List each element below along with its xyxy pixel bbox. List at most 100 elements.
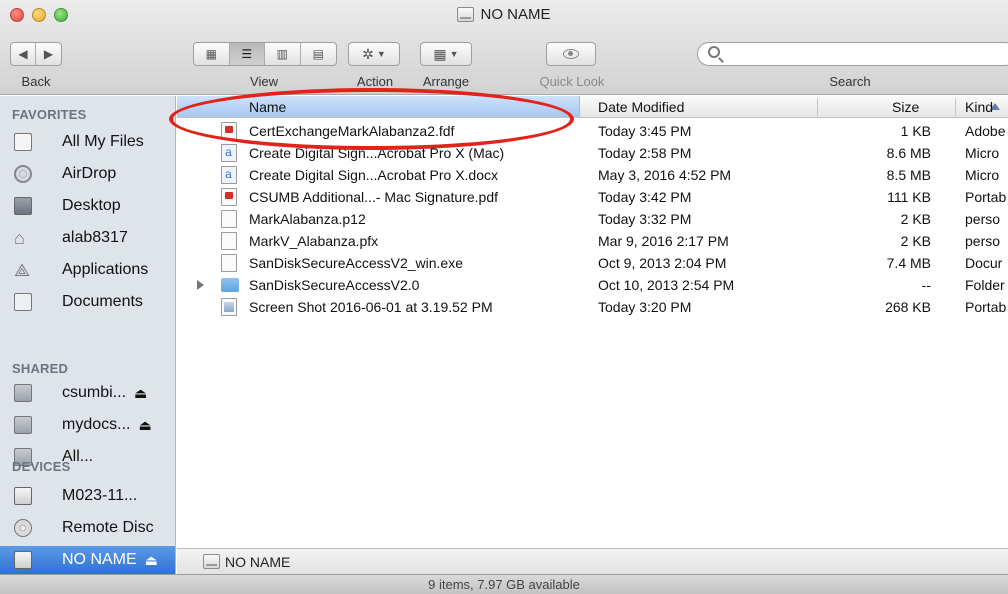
folder-icon [221, 278, 239, 292]
sidebar-item-home[interactable]: ⌂ alab8317 [0, 224, 175, 252]
coverflow-view-button[interactable]: ▤ [301, 43, 336, 65]
table-row[interactable]: SanDiskSecureAccessV2.0 Oct 10, 2013 2:5… [177, 274, 1008, 296]
quick-look-label: Quick Look [539, 74, 605, 89]
eject-icon[interactable]: ⏏ [138, 417, 151, 434]
file-size: -- [921, 277, 931, 293]
table-row[interactable]: MarkV_Alabanza.pfx Mar 9, 2016 2:17 PM 2… [177, 230, 1008, 252]
table-row[interactable]: Create Digital Sign...Acrobat Pro X.docx… [177, 164, 1008, 186]
action-label: Action [356, 74, 394, 89]
file-size: 268 KB [885, 299, 931, 315]
sidebar-item-airdrop[interactable]: AirDrop [0, 160, 175, 188]
sidebar-item-mydocs[interactable]: mydocs... ⏏ [0, 411, 175, 439]
file-name: Screen Shot 2016-06-01 at 3.19.52 PM [249, 299, 493, 315]
window-title: NO NAME [0, 6, 1008, 23]
column-header-name[interactable]: Name [177, 96, 1000, 117]
forward-button[interactable]: ▶ [36, 43, 61, 65]
chevron-right-icon: ▶ [43, 47, 54, 61]
columns-icon: ▥ [276, 47, 288, 61]
grid-icon: ▦ [205, 47, 217, 61]
eject-icon[interactable]: ⏏ [134, 385, 147, 402]
table-row[interactable]: Create Digital Sign...Acrobat Pro X (Mac… [177, 142, 1008, 164]
file-date: Today 3:32 PM [598, 211, 692, 227]
column-header-date[interactable]: Date Modified [598, 99, 684, 115]
sidebar-item-label: All My Files [62, 133, 144, 150]
window-title-label: NO NAME [480, 6, 551, 23]
file-size: 8.6 MB [886, 145, 931, 161]
arrange-button[interactable]: ▦ ▼ [420, 42, 472, 66]
drive-icon [14, 551, 32, 569]
eject-icon[interactable]: ⏏ [145, 552, 158, 569]
drive-icon [203, 554, 220, 569]
column-header-size[interactable]: Size [892, 99, 919, 115]
disc-icon [14, 519, 32, 537]
file-size: 1 KB [900, 123, 931, 139]
title-bar: NO NAME ◀ ▶ Back ▦ ☰ ▥ ▤ View ✲ ▼ Action… [0, 0, 1008, 95]
sidebar-item-label: AirDrop [62, 165, 117, 182]
search-input[interactable] [697, 42, 1008, 66]
column-view-button[interactable]: ▥ [265, 43, 301, 65]
sidebar-item-label: Documents [62, 293, 143, 310]
file-kind: Folder [965, 277, 1005, 293]
sidebar-item-label: alab8317 [62, 229, 128, 246]
table-row[interactable]: SanDiskSecureAccessV2_win.exe Oct 9, 201… [177, 252, 1008, 274]
eye-icon [563, 49, 579, 59]
file-name: Create Digital Sign...Acrobat Pro X (Mac… [249, 145, 505, 161]
file-name: CSUMB Additional...- Mac Signature.pdf [249, 189, 499, 205]
sidebar-item-label: M023-11... [62, 487, 138, 504]
sidebar-item-label: Remote Disc [62, 519, 154, 536]
gear-icon: ✲ [362, 45, 374, 62]
file-name: CertExchangeMarkAlabanza2.fdf [249, 123, 455, 139]
column-divider[interactable] [817, 98, 818, 116]
chevron-left-icon: ◀ [18, 47, 28, 61]
arrange-icon: ▦ [433, 45, 447, 62]
action-button[interactable]: ✲ ▼ [348, 42, 400, 66]
sidebar-item-remote-disc[interactable]: Remote Disc [0, 514, 175, 542]
sidebar-item-applications[interactable]: ⟁ Applications [0, 256, 175, 284]
disclosure-triangle-icon[interactable] [197, 280, 204, 290]
sidebar-item-label: Applications [62, 261, 149, 278]
list-view-button[interactable]: ☰ [229, 43, 265, 65]
file-size: 2 KB [900, 211, 931, 227]
path-bar-item[interactable]: NO NAME [225, 554, 290, 570]
shared-header: SHARED [12, 361, 69, 376]
hard-drive-icon [14, 487, 32, 505]
search-icon [708, 46, 720, 58]
sidebar-item-label: mydocs... [62, 416, 131, 433]
file-date: May 3, 2016 4:52 PM [598, 167, 732, 183]
chevron-down-icon: ▼ [449, 49, 459, 59]
table-row[interactable]: Screen Shot 2016-06-01 at 3.19.52 PM Tod… [177, 296, 1008, 318]
applications-icon: ⟁ [14, 260, 31, 280]
arrange-label: Arrange [422, 74, 470, 89]
file-kind: Micro [965, 145, 1000, 161]
network-computer-icon [14, 416, 32, 434]
table-row[interactable]: CSUMB Additional...- Mac Signature.pdf T… [177, 186, 1008, 208]
back-button[interactable]: ◀ [11, 43, 37, 65]
sidebar-item-all-my-files[interactable]: All My Files [0, 128, 175, 156]
table-row[interactable]: MarkAlabanza.p12 Today 3:32 PM 2 KB pers… [177, 208, 1008, 230]
pdf-file-icon [221, 122, 237, 140]
sidebar-item-label: NO NAME [62, 551, 137, 568]
desktop-icon [14, 197, 32, 215]
sidebar-item-no-name[interactable]: NO NAME ⏏ [0, 546, 175, 574]
file-date: Today 3:42 PM [598, 189, 692, 205]
chevron-down-icon: ▼ [376, 49, 386, 59]
quick-look-button[interactable] [546, 42, 596, 66]
icon-view-button[interactable]: ▦ [194, 43, 230, 65]
table-row[interactable]: CertExchangeMarkAlabanza2.fdf Today 3:45… [177, 120, 1008, 142]
column-header-name-label: Name [249, 99, 287, 115]
file-kind: Portab [965, 299, 1007, 315]
sidebar-item-csumbi[interactable]: csumbi... ⏏ [0, 379, 175, 407]
column-header-kind[interactable]: Kind [965, 99, 993, 115]
file-date: Oct 10, 2013 2:54 PM [598, 277, 735, 293]
file-date: Mar 9, 2016 2:17 PM [598, 233, 729, 249]
sidebar-item-m023[interactable]: M023-11... [0, 482, 175, 510]
home-icon: ⌂ [14, 228, 25, 248]
column-divider[interactable] [955, 98, 956, 116]
word-file-icon [221, 144, 237, 162]
file-size: 111 KB [887, 189, 931, 205]
file-size: 8.5 MB [886, 167, 931, 183]
file-name: MarkAlabanza.p12 [249, 211, 366, 227]
coverflow-icon: ▤ [312, 47, 324, 61]
sidebar-item-documents[interactable]: Documents [0, 288, 175, 316]
sidebar-item-desktop[interactable]: Desktop [0, 192, 175, 220]
